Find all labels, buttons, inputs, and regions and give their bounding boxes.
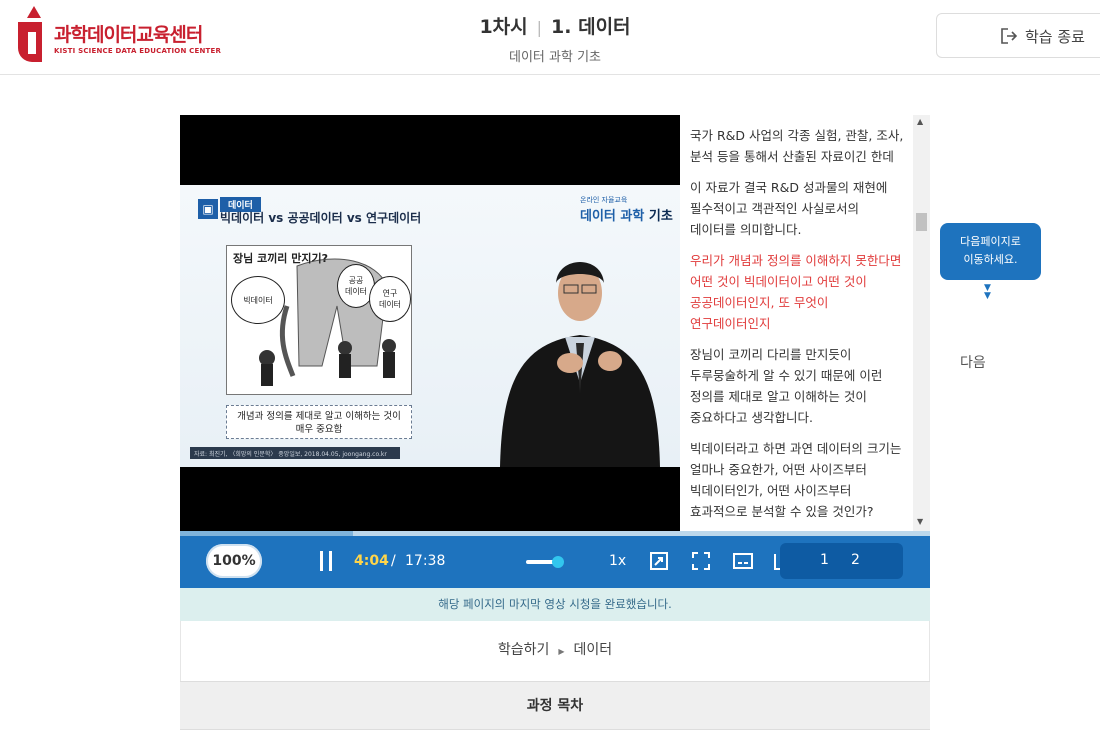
lesson-heading: 1차시 | 1. 데이터 데이터 과학 기초 (0, 12, 1100, 65)
scroll-down-icon[interactable]: ▼ (917, 517, 923, 526)
slide-caption: 개념과 정의를 제대로 알고 이해하는 것이 매우 중요함 (226, 405, 412, 439)
cube-icon: ▣ (198, 199, 218, 219)
end-learning-button[interactable]: 학습 종료 (936, 13, 1100, 58)
transcript-line-current: 우리가 개념과 정의를 이해하지 못한다면 어떤 것이 빅데이터이고 어떤 것이… (690, 253, 902, 331)
scroll-up-icon[interactable]: ▲ (917, 117, 923, 126)
subtitles-icon[interactable] (733, 551, 753, 571)
slide-brand: 데이터 과학 기초 (580, 205, 673, 224)
transcript-text: 국가 R&D 사업의 각종 실험, 관찰, 조사, 분석 등을 통해서 산출된 … (690, 125, 905, 532)
slide-brand-b: 기초 (644, 209, 673, 224)
slide-source: 자료: 최진기, 〈희망의 인문학〉 중앙일보, 2018.04.05, joo… (190, 447, 400, 459)
breadcrumb-arrow-icon: ▶ (558, 647, 565, 656)
breadcrumb: 학습하기 ▶ 데이터 (180, 621, 930, 681)
course-toc-header[interactable]: 과정 목차 (180, 681, 930, 729)
zoom-button[interactable]: 100% (206, 544, 262, 578)
time-separator: / (391, 553, 396, 569)
page-selector[interactable]: 1 2 (780, 543, 903, 579)
chapter-label: 1. 데이터 (551, 16, 631, 38)
pause-icon[interactable] (318, 551, 334, 571)
total-time: 17:38 (405, 553, 446, 569)
page-1[interactable]: 1 (820, 552, 829, 568)
toc-list (180, 729, 930, 741)
page-2[interactable]: 2 (851, 552, 860, 568)
down-arrow-icon: ▼ ▼ (984, 283, 991, 301)
cartoon-title: 장님 코끼리 만지기? (233, 252, 328, 265)
lesson-title: 1차시 | 1. 데이터 (0, 12, 1100, 39)
exit-icon (1001, 28, 1018, 44)
bubble-research-data: 연구 데이터 (369, 276, 411, 322)
completion-notice: 해당 페이지의 마지막 영상 시청을 완료했습니다. (180, 588, 930, 621)
cartoon-image: 장님 코끼리 만지기? 빅데이터 공공 데이터 연구 데이터 (226, 245, 412, 395)
end-learning-label: 학습 종료 (1025, 28, 1085, 46)
slide-brand-small: 온라인 자율교육 (580, 196, 628, 204)
pip-icon[interactable] (649, 551, 669, 571)
lecture-slide: ▣ 데이터 빅데이터 vs 공공데이터 vs 연구데이터 온라인 자율교육 데이… (180, 185, 680, 467)
course-subtitle: 데이터 과학 기초 (509, 50, 601, 65)
transcript-scrollbar[interactable]: ▲ ▼ (913, 115, 930, 531)
next-page-tooltip: 다음페이지로 이동하세요. (940, 223, 1041, 280)
breadcrumb-root[interactable]: 학습하기 (498, 642, 550, 658)
slide-brand-a: 데이터 과학 (580, 209, 645, 224)
top-header: 과학데이터교육센터 KISTI SCIENCE DATA EDUCATION C… (0, 0, 1100, 75)
transcript-line: 이 자료가 결국 R&D 성과물의 재현에 필수적이고 객관적인 사실로서의 데… (690, 180, 888, 237)
title-divider: | (536, 18, 543, 37)
current-time: 4:04 (354, 553, 389, 569)
playback-speed[interactable]: 1x (609, 553, 626, 569)
fullscreen-icon[interactable] (691, 551, 711, 571)
player-controls: 100% 4:04 / 17:38 1x 1 2 (180, 536, 930, 588)
next-button[interactable]: 다음 (960, 352, 986, 372)
bubble-bigdata: 빅데이터 (231, 276, 285, 324)
scroll-thumb[interactable] (916, 213, 927, 231)
video-player[interactable]: ▣ 데이터 빅데이터 vs 공공데이터 vs 연구데이터 온라인 자율교육 데이… (180, 115, 680, 531)
transcript-panel[interactable]: 국가 R&D 사업의 각종 실험, 관찰, 조사, 분석 등을 통해서 산출된 … (680, 115, 930, 531)
session-label: 1차시 (479, 16, 528, 38)
breadcrumb-current: 데이터 (573, 642, 613, 658)
slide-title: 빅데이터 vs 공공데이터 vs 연구데이터 (220, 211, 422, 225)
transcript-line: 국가 R&D 사업의 각종 실험, 관찰, 조사, 분석 등을 통해서 산출된 … (690, 128, 904, 164)
transcript-line: 빅데이터라고 하면 과연 데이터의 크기는 얼마나 중요한가, 어떤 사이즈부터… (690, 441, 902, 519)
transcript-line: 장님이 코끼리 다리를 만지듯이 두루뭉술하게 알 수 있기 때문에 이런 정의… (690, 347, 883, 425)
presenter-figure (500, 262, 660, 467)
volume-knob[interactable] (552, 556, 564, 568)
